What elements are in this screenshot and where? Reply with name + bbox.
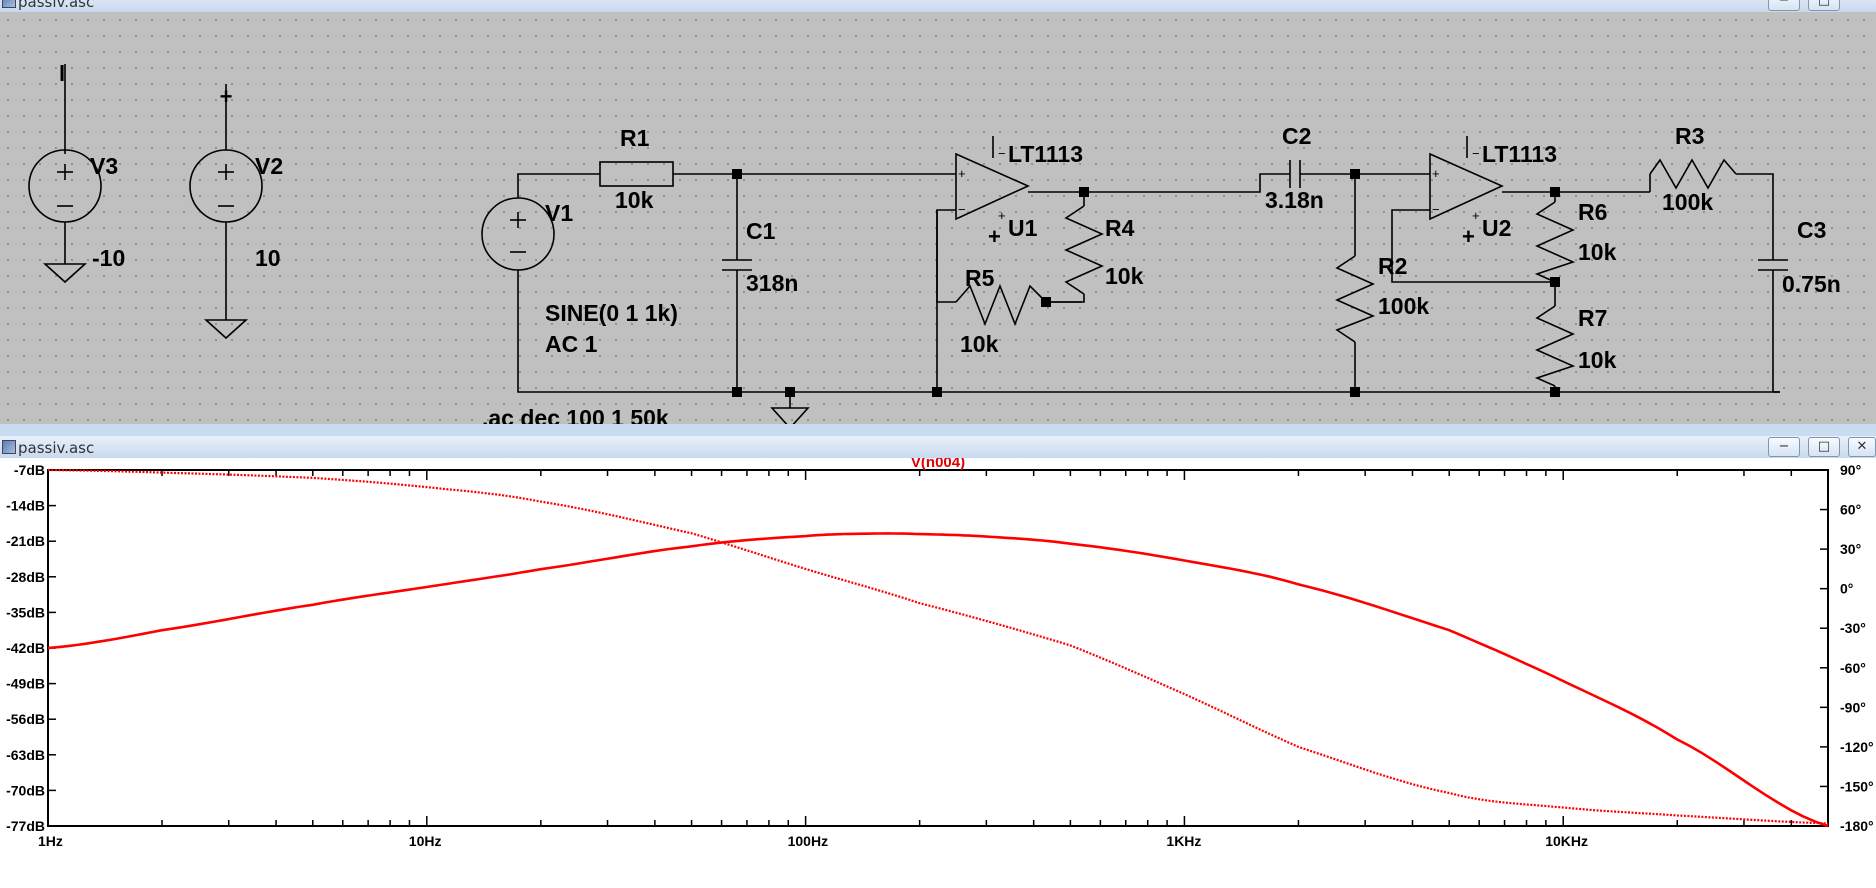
v1-source[interactable] — [481, 197, 555, 271]
c1-label: C1 — [746, 218, 776, 244]
y-left-tick-label: -21dB — [6, 533, 45, 549]
r3-value: 100k — [1662, 189, 1713, 215]
r6-label: R6 — [1578, 199, 1607, 225]
spice-directive[interactable]: .ac dec 100 1 50k — [482, 405, 669, 424]
waveform-icon — [2, 440, 16, 454]
c2-label: C2 — [1282, 123, 1311, 149]
bode-plot[interactable]: 1Hz 10Hz 100Hz 1KHz 10KHz -7dB -14dB -21dB -28dB… — [0, 458, 1876, 888]
y-left-tick-label: -14dB — [6, 498, 45, 514]
phase-trace[interactable] — [47, 468, 1829, 825]
plot-area[interactable]: 1Hz 10Hz 100Hz 1KHz 10KHz -7dB -14dB -21dB -28dB… — [0, 458, 1876, 888]
y-left-tick-label: -7dB — [14, 462, 45, 478]
x-tick-label: 1Hz — [38, 833, 63, 849]
svg-text:−: − — [958, 202, 966, 217]
r1-value: 10k — [615, 187, 654, 213]
y-left-tick-label: -63dB — [6, 747, 45, 763]
v2-value: 10 — [255, 245, 281, 271]
r3-resistor[interactable] — [1649, 158, 1737, 190]
v1-value-line1: SINE(0 1 1k) — [545, 300, 678, 326]
r2-resistor[interactable] — [1335, 255, 1376, 343]
v2-label: V2 — [255, 153, 283, 179]
y-right-tick-label: -60° — [1840, 660, 1866, 676]
r6-value: 10k — [1578, 239, 1617, 265]
r4-value: 10k — [1105, 263, 1144, 289]
r1-resistor[interactable] — [599, 161, 674, 187]
minimize-button[interactable]: − — [1768, 437, 1800, 457]
plot-titlebar[interactable]: passiv.asc − □ ✕ — [0, 436, 1876, 459]
minimize-button[interactable]: − — [1768, 0, 1800, 11]
schematic-title: passiv.asc — [18, 0, 95, 11]
x-tick-label: 10Hz — [409, 833, 442, 849]
magnitude-trace[interactable] — [47, 532, 1829, 828]
u1-ref: U1 — [1008, 215, 1038, 241]
v2-source[interactable] — [189, 149, 263, 223]
r5-resistor[interactable] — [955, 283, 1047, 327]
y-left-tick-label: -56dB — [6, 711, 45, 727]
r4-resistor[interactable] — [1064, 205, 1104, 295]
y-right-tick-label: -180° — [1840, 818, 1874, 834]
svg-text:−: − — [998, 146, 1006, 161]
c3-value: 0.75n — [1782, 271, 1841, 297]
svg-text:+: + — [998, 208, 1006, 223]
c2-value: 3.18n — [1265, 187, 1324, 213]
u2-supply-plus: + — [1462, 224, 1475, 249]
u1-model: LT1113 — [1008, 141, 1083, 167]
r5-label: R5 — [965, 265, 995, 291]
y-right-tick-label: 30° — [1840, 541, 1861, 557]
r6-resistor[interactable] — [1534, 201, 1576, 283]
x-tick-label: 1KHz — [1166, 833, 1201, 849]
plot-window: passiv.asc − □ ✕ 1Hz 10Hz 100Hz 1KHz 10KHz -7… — [0, 436, 1876, 888]
maximize-button[interactable]: □ — [1808, 437, 1840, 457]
svg-text:+: + — [958, 166, 966, 181]
y-left-tick-label: -35dB — [6, 604, 45, 620]
y-left-tick-label: -28dB — [6, 569, 45, 585]
maximize-button[interactable]: □ — [1808, 0, 1840, 11]
r7-label: R7 — [1578, 305, 1607, 331]
plot-title: passiv.asc — [18, 439, 95, 457]
u1-supply-plus: + — [988, 224, 1001, 249]
r7-value: 10k — [1578, 347, 1617, 373]
app-icon — [2, 0, 16, 8]
v2-terminal-symbol: + — [220, 84, 233, 109]
r2-value: 100k — [1378, 293, 1429, 319]
y-right-tick-label: 60° — [1840, 502, 1861, 518]
c1-value: 318n — [746, 270, 798, 296]
v1-value-line2: AC 1 — [545, 331, 598, 357]
svg-text:−: − — [1432, 202, 1440, 217]
trace-title[interactable]: V(n004) — [911, 458, 965, 471]
schematic-svg: l + + + + − − + + − − + V3 -10 V2 10 V1 SINE… — [28, 61, 1841, 424]
r5-value: 10k — [960, 331, 999, 357]
r4-label: R4 — [1105, 215, 1135, 241]
schematic-canvas[interactable]: l + + + + − − + + − − + V3 -10 V2 10 V1 SINE… — [0, 12, 1876, 424]
svg-text:+: + — [1432, 166, 1440, 181]
x-tick-label: 10KHz — [1545, 833, 1588, 849]
svg-text:+: + — [1472, 208, 1480, 223]
y-right-tick-label: -150° — [1840, 778, 1874, 794]
c3-label: C3 — [1797, 217, 1826, 243]
y-right-tick-label: -120° — [1840, 739, 1874, 755]
y-right-tick-label: 0° — [1840, 581, 1853, 597]
plot-frame — [47, 469, 1829, 827]
y-right-tick-label: 90° — [1840, 462, 1861, 478]
y-left-tick-label: -70dB — [6, 782, 45, 798]
r1-label: R1 — [620, 125, 650, 151]
schematic-window: passiv.asc − □ l + + + + − − + + − − + V… — [0, 0, 1876, 428]
v1-label: V1 — [545, 200, 573, 226]
x-tick-label: 100Hz — [788, 833, 828, 849]
y-left-tick-label: -77dB — [6, 818, 45, 834]
r2-label: R2 — [1378, 253, 1407, 279]
r3-label: R3 — [1675, 123, 1704, 149]
u2-ref: U2 — [1482, 215, 1511, 241]
y-right-tick-label: -30° — [1840, 620, 1866, 636]
u2-model: LT1113 — [1482, 141, 1557, 167]
close-button[interactable]: ✕ — [1848, 437, 1876, 457]
r7-resistor[interactable] — [1534, 305, 1576, 387]
y-left-tick-label: -42dB — [6, 640, 45, 656]
v3-terminal-symbol: l — [59, 61, 65, 86]
y-right-tick-label: -90° — [1840, 699, 1866, 715]
svg-text:−: − — [1472, 146, 1480, 161]
v3-value: -10 — [92, 245, 125, 271]
y-left-tick-label: -49dB — [6, 676, 45, 692]
v3-label: V3 — [90, 153, 118, 179]
